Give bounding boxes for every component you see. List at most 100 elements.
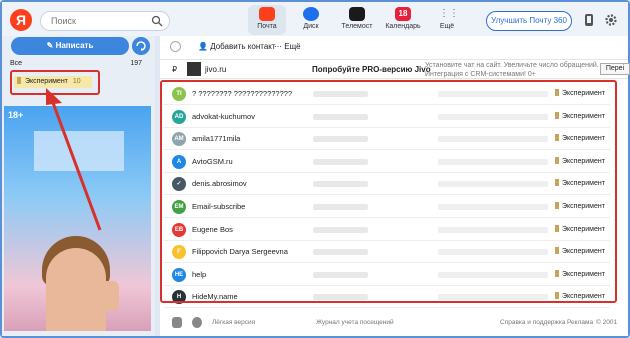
blurred-snippet [438,271,548,278]
label-tag-icon [555,269,559,277]
app-telemost[interactable]: Телемост [336,5,378,35]
app-label: Календарь [385,23,421,30]
blurred-subject [313,249,368,256]
message-row[interactable]: EB Eugene Bos Эксперимент [163,219,610,241]
promo-subject: Попробуйте PRO-версию Jivo [312,65,431,74]
message-label[interactable]: Эксперимент [555,156,605,165]
sender-name: AvtoGSM.ru [192,156,233,166]
message-label[interactable]: Эксперимент [555,111,605,120]
promo-button[interactable]: Переі [600,63,630,75]
label-tag-icon [555,111,559,119]
sidebar: ✎ Написать Все 197 Эксперимент 10 18+ [2,36,155,336]
message-label[interactable]: Эксперимент [555,292,605,300]
phone-icon[interactable] [582,13,596,27]
blurred-snippet [438,249,548,256]
ruble-icon: ₽ [172,65,178,74]
message-row[interactable]: ✓ denis.abrosimov Эксперимент [163,173,610,196]
search-input[interactable] [51,12,151,30]
add-contact-button[interactable]: 👤 Добавить контакт [198,42,276,51]
blurred-subject [313,294,368,301]
label-tag-icon [555,156,559,164]
compose-label: Написать [55,41,94,50]
help-link[interactable]: Справка и поддержка [500,319,566,326]
copyright: © 2001 [596,319,618,326]
yandex-logo[interactable]: Я [10,9,32,31]
calendar-icon: 18 [395,7,411,21]
message-label[interactable]: Эксперимент [555,89,605,97]
app-disk[interactable]: Диск [292,5,330,35]
android-icon[interactable] [172,317,182,328]
sender-avatar: EM [172,200,186,214]
app-calendar[interactable]: 18 Календарь [382,5,424,35]
apple-icon[interactable] [192,317,202,328]
refresh-icon[interactable] [132,37,150,55]
message-row[interactable]: TI ? ???????? ?????????????? Эксперимент [163,83,610,105]
footer: Лёгкая версия Журнал учета посещений Спр… [160,316,628,332]
message-row[interactable]: AD advokat-kuchumov Эксперимент [163,106,610,128]
app-mail[interactable]: Почта [248,5,286,35]
label-text: Эксперимент [562,248,605,256]
sender-avatar: TI [172,87,186,101]
sender-avatar: EB [172,222,186,237]
sender-name: denis.abrosimov [192,179,247,189]
sender-name: help [192,269,207,279]
sender-name: ? ???????? ?????????????? [192,89,293,98]
ads-link[interactable]: Реклама [567,319,593,326]
blurred-subject [313,271,368,278]
promo-row[interactable]: ₽ jivo.ru Попробуйте PRO-версию Jivo Уст… [160,59,630,79]
light-version-link[interactable]: Лёгкая версия [212,319,255,326]
message-label[interactable]: Эксперимент [555,224,605,233]
message-pane: 👤 Добавить контакт ⋯ Ещё ₽ jivo.ru Попро… [160,36,630,336]
more-button[interactable]: ⋯ Ещё [274,42,301,51]
message-label[interactable]: Эксперимент [555,179,605,187]
promo-from: jivo.ru [205,65,227,74]
app-switcher: Почта Диск Телемост 18 Календарь ⋮⋮ Ещё [248,5,468,35]
gear-icon[interactable] [604,13,618,27]
sender-name: Email-subscribe [192,202,246,211]
blurred-snippet [438,158,548,165]
message-row[interactable]: H HideMy.name Эксперимент [163,286,610,309]
compose-button[interactable]: ✎ Написать [11,37,129,55]
message-row[interactable]: A AvtoGSM.ru Эксперимент [163,151,610,173]
message-row[interactable]: EM Email-subscribe Эксперимент [163,196,610,218]
ad-banner[interactable]: 18+ [4,106,151,331]
label-tag-icon [555,134,559,142]
app-label: Почта [257,23,277,30]
disk-icon [303,7,319,21]
app-label: Ещё [439,23,455,30]
toolbar: 👤 Добавить контакт ⋯ Ещё [160,36,628,58]
app-more[interactable]: ⋮⋮ Ещё [428,5,466,35]
message-label[interactable]: Эксперимент [555,202,605,210]
blurred-subject [313,91,368,97]
message-label[interactable]: Эксперимент [555,134,605,142]
label-text: Эксперимент [562,112,605,120]
label-text: Эксперимент [562,90,605,97]
message-label[interactable]: Эксперимент [555,269,605,278]
blurred-snippet [438,91,548,97]
sender-avatar: AM [172,132,186,147]
message-row[interactable]: HE help Эксперимент [163,264,610,286]
blurred-snippet [438,181,548,188]
visits-log-link[interactable]: Журнал учета посещений [316,319,394,326]
blurred-subject [313,181,368,188]
select-all-checkbox[interactable] [170,41,181,52]
label-tag-icon [555,224,559,232]
label-text: Эксперимент [562,203,605,210]
top-header: Я Почта Диск Телемост 18 Календарь ⋮⋮ Ещ… [2,2,628,36]
sender-avatar [187,62,201,76]
sender-avatar: ✓ [172,177,186,192]
ad-blurred-text [34,131,124,171]
message-label[interactable]: Эксперимент [555,247,605,255]
search-icon[interactable] [151,15,163,27]
label-text: Эксперимент [562,293,605,301]
blurred-subject [313,226,368,233]
app-label: Телемост [341,23,373,30]
person-icon: 👤 [198,42,208,51]
sender-avatar: F [172,245,186,260]
search-box[interactable] [40,11,170,31]
highlight-box [10,70,100,95]
upgrade-button[interactable]: Улучшить Почту 360 [486,11,572,31]
message-row[interactable]: AM amila1771mila Эксперимент [163,128,610,151]
age-badge: 18+ [8,110,24,120]
message-row[interactable]: F Filippovich Darya Sergeevna Эксперимент [163,241,610,264]
